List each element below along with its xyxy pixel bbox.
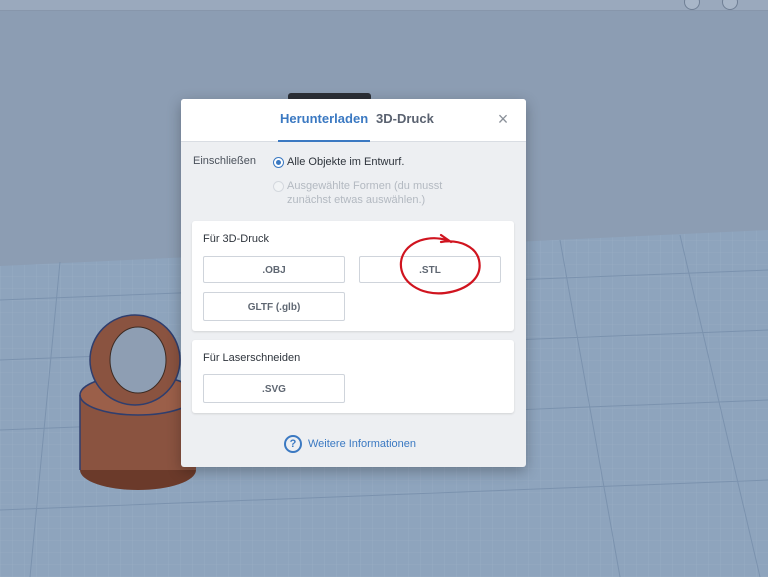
section-title: Für 3D-Druck <box>203 233 270 245</box>
tab-download[interactable]: Herunterladen <box>277 111 371 142</box>
radio-all-objects-label[interactable]: Alle Objekte im Entwurf. <box>287 155 404 169</box>
top-toolbar <box>0 0 768 11</box>
close-icon[interactable]: × <box>494 110 512 128</box>
radio-selected-shapes <box>273 181 284 192</box>
section-title: Für Laserschneiden <box>203 352 301 364</box>
gltf-export-button[interactable]: GLTF (.glb) <box>203 292 345 321</box>
question-circle-icon: ? <box>284 435 302 453</box>
obj-export-button[interactable]: .OBJ <box>203 256 345 283</box>
tab-3d-print[interactable]: 3D-Druck <box>376 111 434 127</box>
include-label: Einschließen <box>193 155 256 167</box>
radio-selected-shapes-label: Ausgewählte Formen (du musst zunächst et… <box>287 180 443 206</box>
radio-all-objects[interactable] <box>273 157 284 168</box>
dialog-header: Herunterladen 3D-Druck × <box>181 99 526 142</box>
more-info-text[interactable]: Weitere Informationen <box>308 438 416 450</box>
section-laser-cut: Für Laserschneiden .SVG <box>192 340 514 413</box>
toolbar-icon[interactable] <box>684 0 700 10</box>
svg-export-button[interactable]: .SVG <box>203 374 345 403</box>
toolbar-icon[interactable] <box>722 0 738 10</box>
red-circle-annotation <box>399 233 481 295</box>
